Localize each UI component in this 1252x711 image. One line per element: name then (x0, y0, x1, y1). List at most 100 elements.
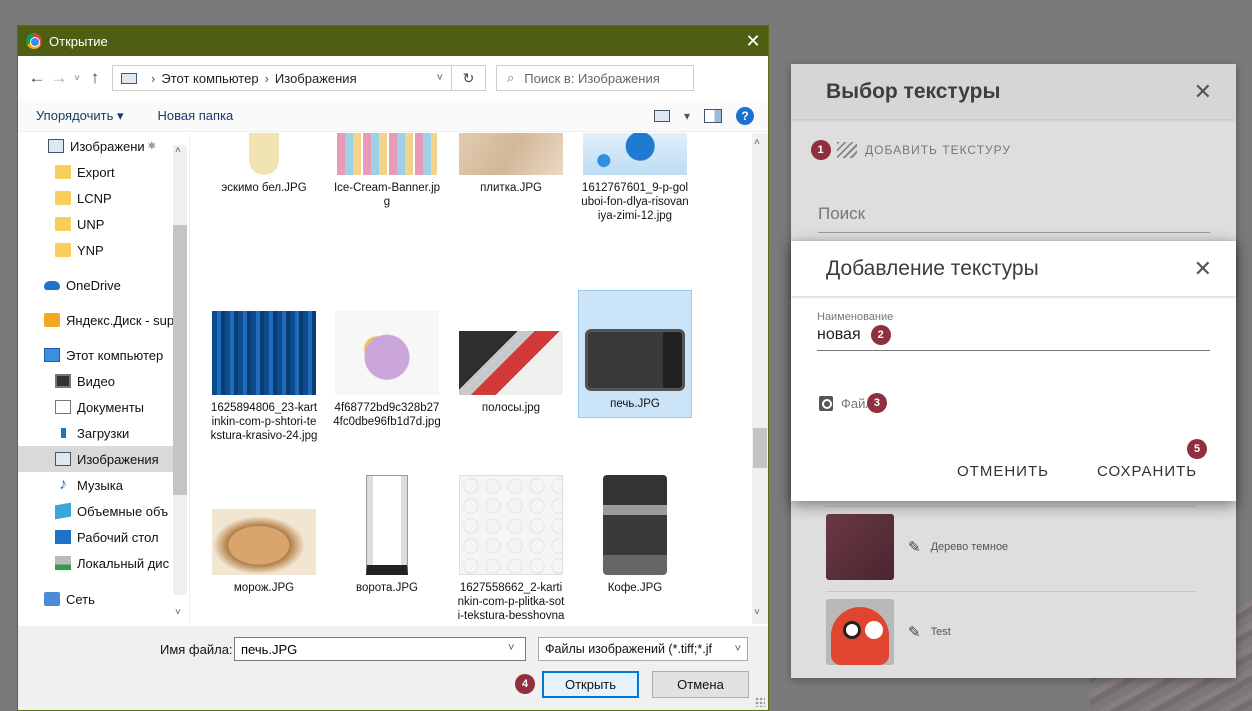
nav-item-documents[interactable]: Документы (55, 394, 189, 420)
pencil-icon[interactable]: ✎ (908, 623, 921, 641)
chevron-down-icon[interactable]: ▾ (684, 109, 690, 123)
file-tile[interactable]: Кофе.JPG (578, 475, 692, 595)
nav-item-unp[interactable]: UNP (55, 211, 189, 237)
nav-item-label: Изображения (77, 451, 159, 467)
nav-item-3d-objects[interactable]: Объемные объ (55, 498, 189, 524)
network-icon (44, 592, 60, 606)
close-icon[interactable]: ✕ (738, 31, 768, 52)
nav-item-export[interactable]: Export (55, 159, 189, 185)
new-folder-button[interactable]: Новая папка (158, 108, 234, 123)
help-icon[interactable]: ? (736, 106, 754, 125)
file-grid-scrollbar[interactable]: ˄ ˅ (752, 133, 768, 624)
nav-item-music[interactable]: ♪ Музыка (55, 472, 189, 498)
view-mode-icon[interactable] (653, 109, 670, 122)
chevron-down-icon[interactable]: ˅ (754, 607, 760, 618)
file-name: ворота.JPG (355, 582, 418, 594)
refresh-icon[interactable]: ↻ (452, 65, 486, 91)
texture-list-item[interactable]: ✎ Дерево темное (826, 506, 1196, 586)
file-type-select[interactable]: Файлы изображений (*.tiff;*.jf ˅ (538, 637, 748, 661)
cancel-button[interactable]: Отмена (652, 671, 749, 698)
chevron-down-icon[interactable]: ˅ (175, 607, 181, 618)
name-field-value[interactable]: новая (817, 326, 861, 344)
file-thumbnail (366, 475, 408, 575)
nav-item-ynp[interactable]: YNP (55, 237, 189, 263)
file-tile[interactable]: полосы.jpg (454, 311, 568, 415)
nav-item-images-pinned[interactable]: Изображени ✱ (48, 133, 189, 159)
file-name-label: Имя файла: (160, 642, 233, 657)
file-tile[interactable]: 1612767601_9-p-goluboi-fon-dlya-risovani… (578, 133, 692, 223)
texture-list-item[interactable]: ✎ Test (826, 591, 1196, 671)
recent-chevron-icon[interactable]: ˅ (70, 73, 84, 84)
file-name: 1627558662_2-kartinkin-com-p-plitka-soti… (457, 582, 565, 622)
nav-item-label: Рабочий стол (77, 529, 159, 545)
file-thumbnail (603, 475, 667, 575)
breadcrumb-images[interactable]: Изображения (275, 71, 357, 86)
file-tile[interactable]: плитка.JPG (454, 133, 568, 195)
nav-item-onedrive[interactable]: OneDrive (44, 272, 189, 298)
pencil-icon[interactable]: ✎ (908, 538, 921, 556)
view-controls: ▾ ? (653, 106, 754, 125)
organize-button[interactable]: Упорядочить ▾ (36, 108, 124, 124)
back-arrow-icon[interactable]: ← (26, 68, 48, 88)
nav-item-yandex-disk[interactable]: Яндекс.Диск - sup (44, 307, 189, 333)
nav-item-local-disk[interactable]: Локальный дис (55, 550, 189, 576)
file-picker-button[interactable]: Файл 3 (819, 393, 887, 413)
preview-pane-icon[interactable] (704, 108, 722, 123)
nav-scroll-thumb[interactable] (173, 225, 187, 495)
texture-thumbnail (826, 513, 894, 580)
open-button[interactable]: Открыть (542, 671, 639, 698)
nav-item-label: Этот компьютер (66, 347, 164, 363)
name-field[interactable]: Наименование новая 2 (817, 311, 1210, 351)
chevron-up-icon[interactable]: ˄ (754, 137, 760, 148)
desktop-icon (55, 530, 71, 544)
cancel-button[interactable]: ОТМЕНИТЬ (957, 463, 1049, 480)
file-tile[interactable]: 4f68772bd9c328b274fc0dbe96fb1d7d.jpg (330, 311, 444, 429)
nav-item-network[interactable]: Сеть (44, 586, 189, 612)
nav-item-label: Видео (77, 373, 115, 389)
computer-icon (121, 72, 137, 84)
close-icon[interactable]: ✕ (1194, 79, 1212, 105)
file-thumbnail (335, 311, 439, 395)
file-grid: эскимо бел.JPG Ice-Cream-Banner.jpg плит… (200, 133, 752, 624)
save-button[interactable]: СОХРАНИТЬ (1097, 463, 1197, 480)
file-tile-selected[interactable]: печь.JPG (578, 290, 692, 418)
file-tile[interactable]: морож.JPG (207, 483, 321, 595)
folder-search-input[interactable]: ⌕ Поиск в: Изображения (496, 65, 694, 91)
nav-scrollbar[interactable]: ˄ ˅ (173, 145, 187, 618)
chevron-down-icon[interactable]: ˅ (508, 642, 514, 654)
folder-icon (55, 217, 71, 231)
file-thumbnail (459, 475, 563, 575)
file-type-value: Файлы изображений (*.tiff;*.jf (545, 642, 712, 656)
file-tile[interactable]: ворота.JPG (330, 475, 444, 595)
nav-item-label: Загрузки (77, 425, 130, 441)
nav-item-downloads[interactable]: Загрузки (55, 420, 189, 446)
up-arrow-icon[interactable]: ↑ (84, 68, 106, 88)
chevron-down-icon[interactable]: ˅ (437, 72, 443, 84)
nav-item-images[interactable]: Изображения (18, 446, 173, 472)
texture-hatch-icon (837, 142, 857, 158)
images-folder-icon (55, 452, 71, 466)
resize-grip[interactable] (755, 697, 765, 707)
nav-item-lcnp[interactable]: LCNP (55, 185, 189, 211)
nav-item-video[interactable]: Видео (55, 368, 189, 394)
file-tile[interactable]: 1625894806_23-kartinkin-com-p-shtori-tek… (207, 311, 321, 443)
file-tile[interactable]: эскимо бел.JPG (207, 133, 321, 195)
nav-item-this-pc[interactable]: Этот компьютер (44, 342, 189, 368)
command-bar: Упорядочить ▾ Новая папка ▾ ? (18, 100, 768, 132)
file-tile[interactable]: Ice-Cream-Banner.jpg (330, 133, 444, 209)
close-icon[interactable]: ✕ (1194, 256, 1212, 282)
nav-item-label: Документы (77, 399, 145, 415)
nav-item-label: UNP (77, 216, 105, 232)
file-name-input[interactable] (234, 637, 526, 661)
path-breadcrumb[interactable]: › Этот компьютер › Изображения ˅ (112, 65, 452, 91)
chevron-up-icon[interactable]: ˄ (175, 145, 181, 156)
breadcrumb-computer[interactable]: Этот компьютер (161, 71, 258, 86)
forward-arrow-icon[interactable]: → (48, 68, 70, 88)
add-texture-button[interactable]: 1 ДОБАВИТЬ ТЕКСТУРУ (811, 140, 1011, 160)
file-tile[interactable]: 1627558662_2-kartinkin-com-p-plitka-soti… (454, 475, 568, 624)
search-icon: ⌕ (507, 70, 515, 85)
nav-item-desktop[interactable]: Рабочий стол (55, 524, 189, 550)
file-grid-scroll-thumb[interactable] (753, 428, 767, 468)
file-thumbnail (583, 133, 687, 175)
texture-search-input[interactable]: Поиск (818, 204, 1210, 233)
